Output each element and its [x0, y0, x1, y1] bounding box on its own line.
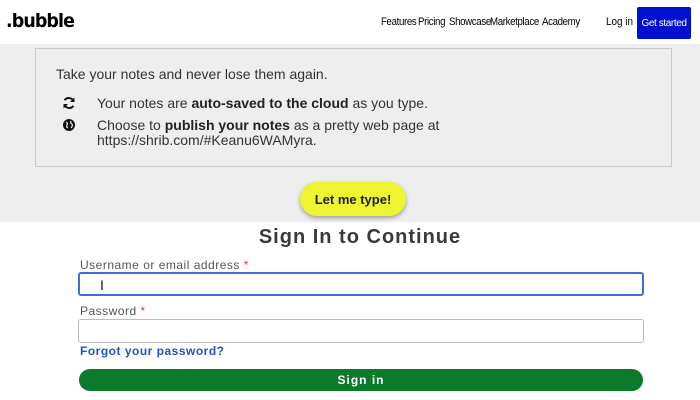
- username-label: Username or email address *: [80, 258, 249, 272]
- top-nav: .bubble Features Pricing Showcase Market…: [0, 0, 700, 44]
- let-me-type-button[interactable]: Let me type!: [300, 182, 406, 216]
- required-mark: *: [140, 304, 146, 318]
- info-box: Take your notes and never lose them agai…: [35, 48, 672, 167]
- required-mark: *: [243, 258, 249, 272]
- refresh-icon: [62, 96, 97, 113]
- nav-link-pricing[interactable]: Pricing: [418, 16, 445, 28]
- sign-in-button[interactable]: Sign in: [79, 369, 643, 391]
- bubble-logo[interactable]: .bubble: [6, 10, 75, 32]
- get-started-button[interactable]: Get started: [637, 7, 691, 39]
- globe-icon: [62, 118, 97, 148]
- password-label: Password *: [80, 304, 146, 318]
- info-row-autosave: Your notes are auto-saved to the cloud a…: [62, 96, 517, 113]
- password-label-text: Password: [80, 304, 137, 318]
- nav-links: Features Pricing Showcase Marketplace Ac…: [381, 16, 580, 28]
- text-pre: Choose to: [97, 117, 165, 133]
- text-pre: Your notes are: [97, 95, 192, 111]
- username-input[interactable]: I: [78, 272, 644, 296]
- nav-link-showcase[interactable]: Showcase: [449, 16, 491, 28]
- login-link[interactable]: Log in: [606, 16, 633, 28]
- text-post: as you type.: [348, 95, 428, 111]
- nav-link-marketplace[interactable]: Marketplace: [490, 16, 539, 28]
- password-input[interactable]: [78, 319, 644, 343]
- forgot-password-link[interactable]: Forgot your password?: [80, 344, 225, 358]
- signin-title: Sign In to Continue: [258, 226, 462, 248]
- info-row-publish: Choose to publish your notes as a pretty…: [62, 118, 517, 148]
- info-row-text: Your notes are auto-saved to the cloud a…: [97, 96, 517, 113]
- info-row-text: Choose to publish your notes as a pretty…: [97, 118, 517, 148]
- info-title: Take your notes and never lose them agai…: [56, 66, 328, 82]
- username-label-text: Username or email address: [80, 258, 240, 272]
- text-bold: auto-saved to the cloud: [191, 95, 349, 111]
- nav-link-academy[interactable]: Academy: [542, 16, 580, 28]
- text-bold: publish your notes: [164, 117, 290, 133]
- nav-link-features[interactable]: Features: [381, 16, 417, 28]
